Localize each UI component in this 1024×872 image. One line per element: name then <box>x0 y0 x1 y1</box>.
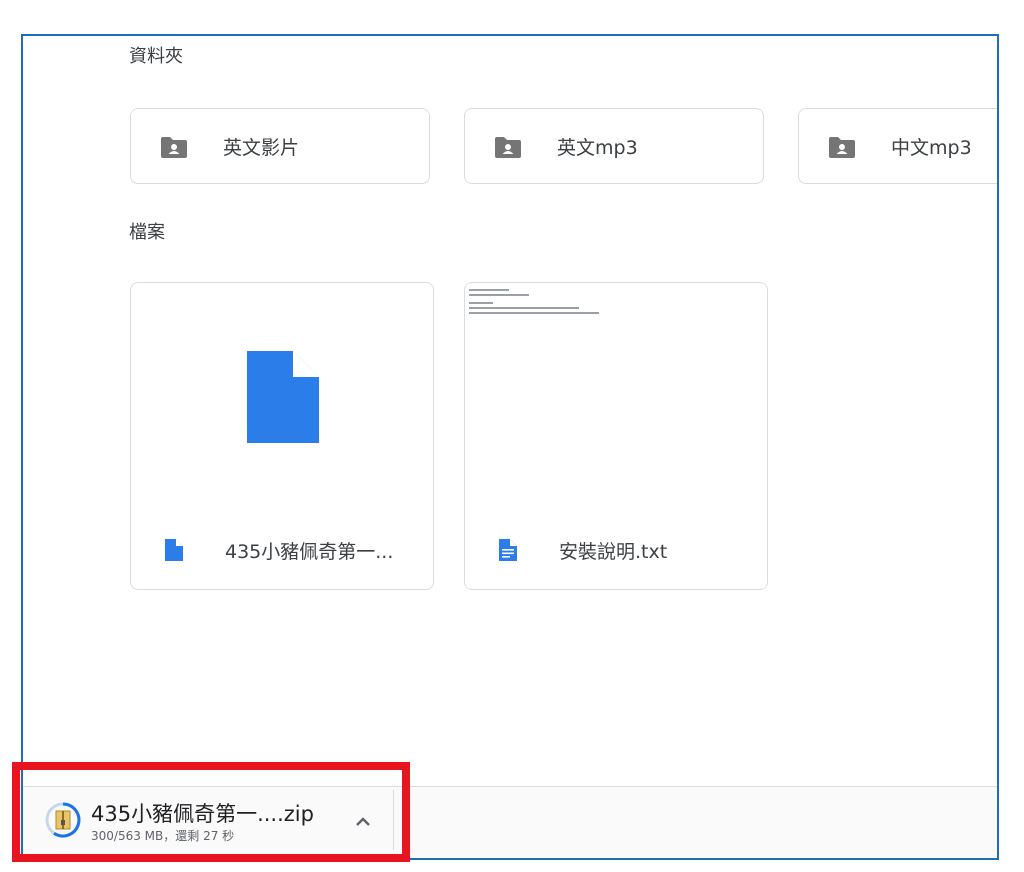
drive-folder-view: 資料夾 英文影片 英文mp3 中文mp3 檔案 435小豬佩奇第一... 安裝說… <box>21 34 999 860</box>
download-status: 300/563 MB，還剩 27 秒 <box>91 829 235 843</box>
folder-name: 英文mp3 <box>557 137 638 159</box>
shared-folder-icon <box>161 137 187 158</box>
folder-card-chinese-mp3[interactable]: 中文mp3 <box>798 108 997 184</box>
text-preview-thumbnail <box>465 283 767 519</box>
folder-card-english-mp3[interactable]: 英文mp3 <box>464 108 764 184</box>
files-section-label: 檔案 <box>129 222 165 243</box>
file-icon <box>165 539 183 561</box>
shared-folder-icon <box>495 137 521 158</box>
folders-section-label: 資料夾 <box>129 46 183 67</box>
shared-folder-icon <box>829 137 855 158</box>
chevron-up-icon[interactable] <box>351 810 375 834</box>
file-name: 安裝說明.txt <box>559 541 668 563</box>
file-card-zip[interactable]: 435小豬佩奇第一... <box>130 282 434 590</box>
file-preview <box>131 283 433 519</box>
download-item[interactable]: 435小豬佩奇第一....zip 300/563 MB，還剩 27 秒 <box>33 790 394 850</box>
folder-name: 英文影片 <box>223 137 300 159</box>
file-icon <box>247 351 319 443</box>
folder-card-english-videos[interactable]: 英文影片 <box>130 108 430 184</box>
zip-file-download-progress-icon <box>45 802 81 838</box>
file-card-txt[interactable]: 安裝說明.txt <box>464 282 768 590</box>
download-shelf: 435小豬佩奇第一....zip 300/563 MB，還剩 27 秒 <box>23 786 997 858</box>
folder-name: 中文mp3 <box>891 137 972 159</box>
file-name: 435小豬佩奇第一... <box>225 541 394 563</box>
download-file-name: 435小豬佩奇第一....zip <box>91 802 314 826</box>
text-document-icon <box>499 539 517 561</box>
